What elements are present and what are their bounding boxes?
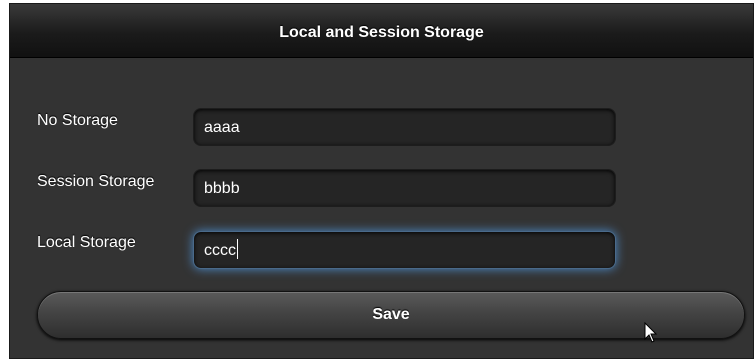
mouse-pointer-icon [644, 322, 658, 343]
page-title: Local and Session Storage [279, 24, 484, 41]
session-storage-input[interactable]: bbbb [193, 169, 616, 207]
no-storage-value: aaaa [204, 119, 240, 136]
no-storage-label: No Storage [37, 112, 118, 129]
session-storage-value: bbbb [204, 180, 240, 197]
local-storage-value: cccc [204, 242, 236, 259]
text-caret [237, 239, 238, 260]
header-bar: Local and Session Storage [10, 4, 753, 58]
session-storage-label: Session Storage [37, 173, 155, 190]
storage-page: Local and Session Storage No Storage aaa… [9, 3, 754, 359]
local-storage-input[interactable]: cccc [193, 231, 616, 269]
save-button[interactable]: Save [37, 291, 745, 339]
no-storage-input[interactable]: aaaa [193, 108, 616, 146]
local-storage-label: Local Storage [37, 234, 136, 251]
